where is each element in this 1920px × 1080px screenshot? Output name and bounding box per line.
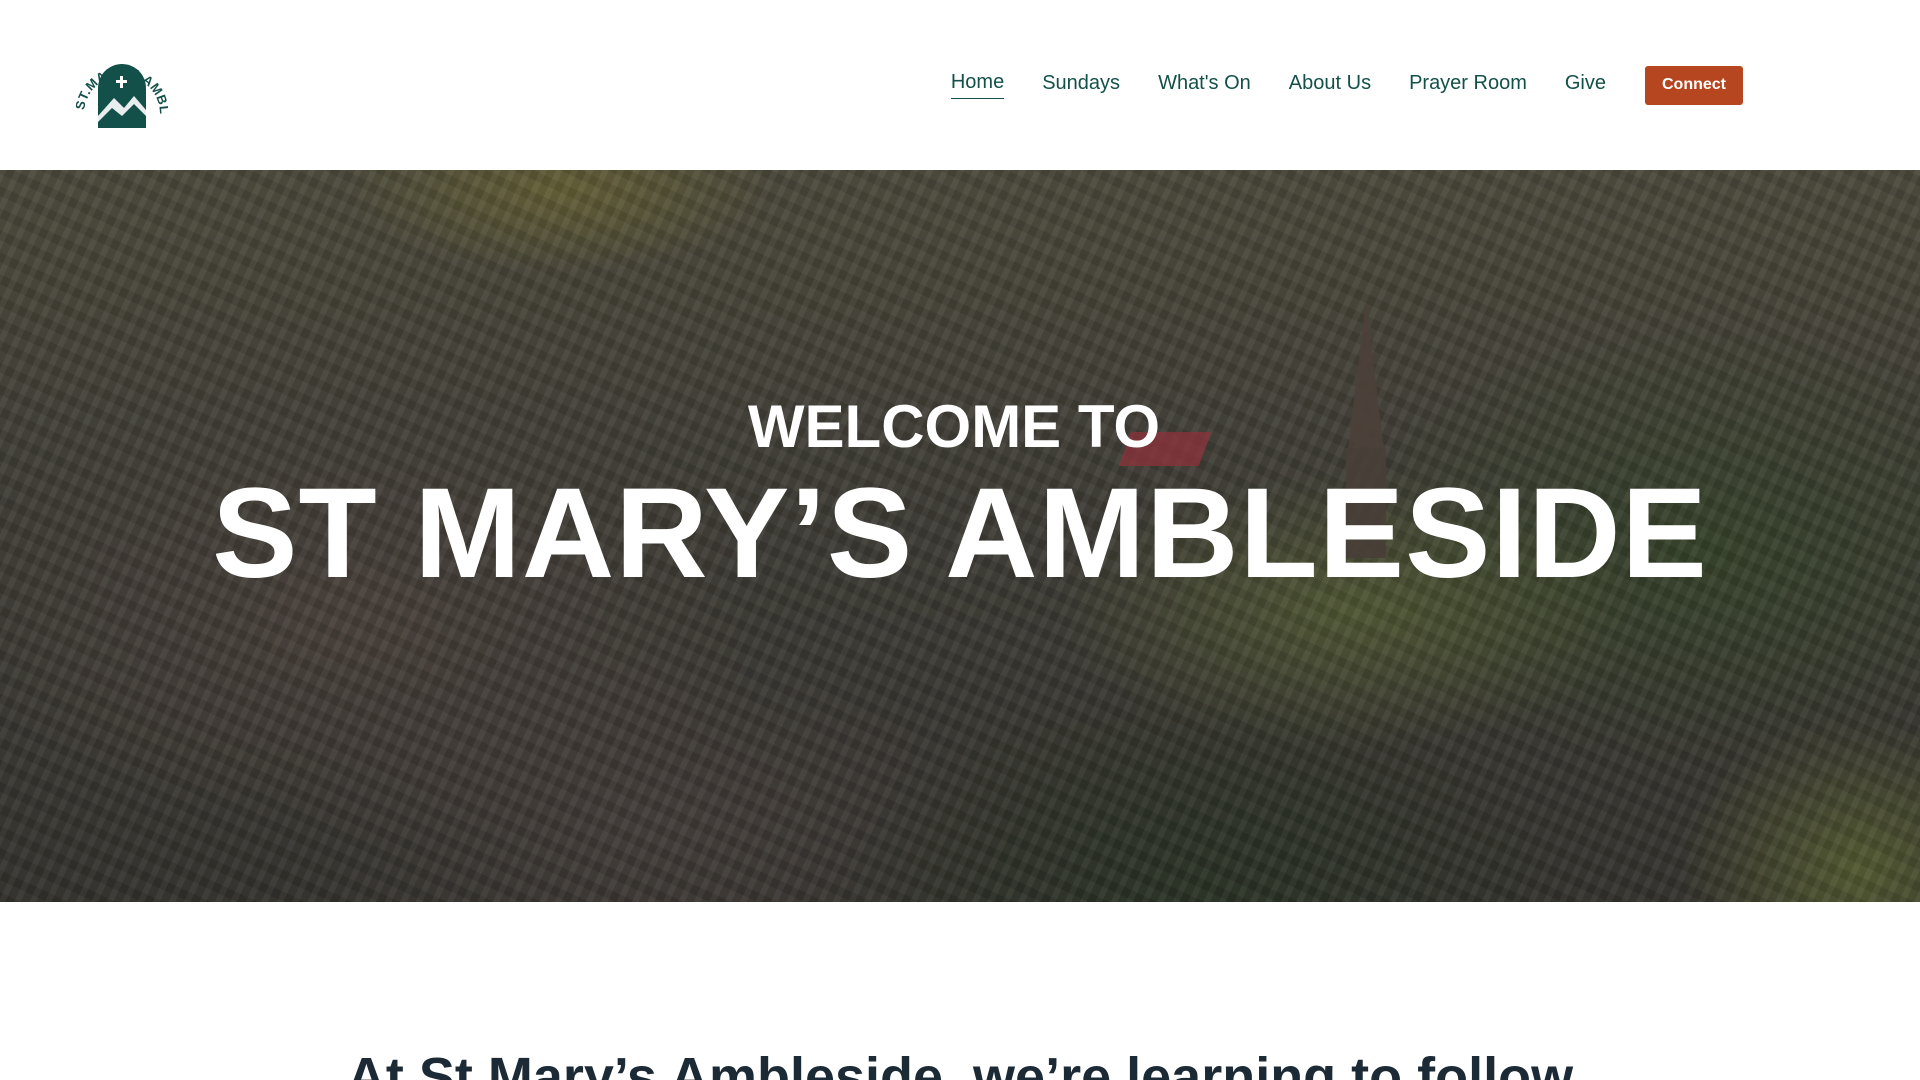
hero-kicker: WELCOME TO bbox=[747, 393, 1161, 460]
main-nav: Home Sundays What's On About Us Prayer R… bbox=[913, 0, 1920, 170]
hero-title: ST MARY’S AMBLESIDE bbox=[212, 462, 1708, 605]
site-header: ST.MARY'S AMBLESIDE Home Sundays What's … bbox=[0, 0, 1920, 170]
site-logo[interactable]: ST.MARY'S AMBLESIDE bbox=[71, 24, 172, 131]
nav-sundays[interactable]: Sundays bbox=[1042, 72, 1120, 99]
nav-about-us[interactable]: About Us bbox=[1289, 72, 1371, 99]
nav-whats-on[interactable]: What's On bbox=[1158, 72, 1251, 99]
hero-banner: WELCOME TO ST MARY’S AMBLESIDE bbox=[0, 170, 1920, 902]
intro-heading: At St Mary’s Ambleside, we’re learning t… bbox=[346, 1047, 1574, 1080]
nav-home[interactable]: Home bbox=[950, 71, 1005, 99]
church-logo-icon: ST.MARY'S AMBLESIDE bbox=[71, 24, 172, 128]
connect-button[interactable]: Connect bbox=[1645, 65, 1743, 105]
nav-prayer-room[interactable]: Prayer Room bbox=[1409, 72, 1527, 99]
nav-give[interactable]: Give bbox=[1565, 72, 1606, 99]
